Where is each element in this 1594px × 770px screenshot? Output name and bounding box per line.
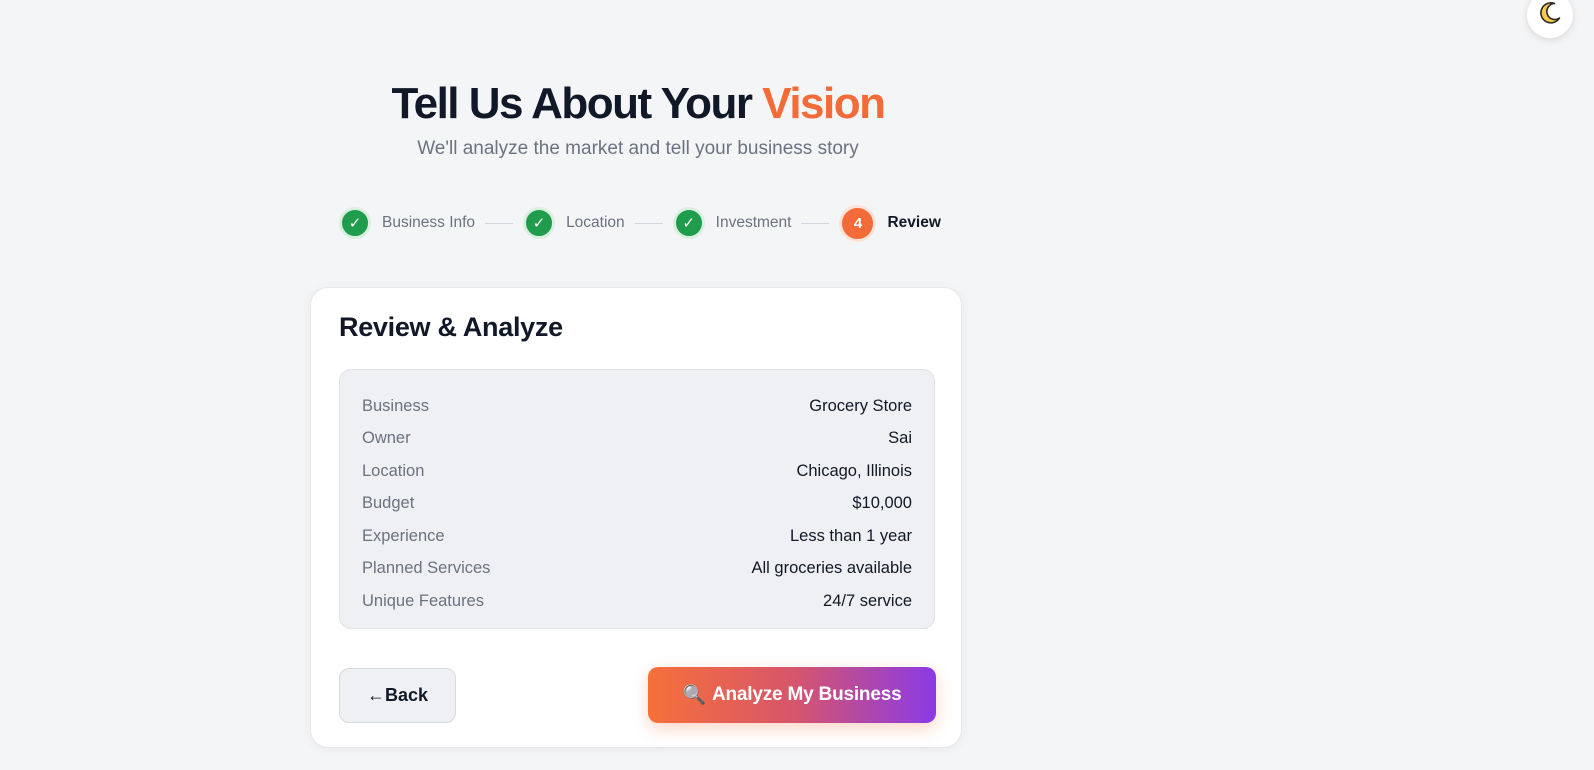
summary-value: All groceries available [751,559,913,578]
step-investment[interactable]: ✓ Investment [672,207,792,239]
card-title: Review & Analyze [339,312,563,342]
search-icon: 🔍 [682,685,707,706]
summary-row-owner: Owner Sai [362,423,912,456]
summary-row-budget: Budget $10,000 [362,488,912,521]
summary-key: Planned Services [362,559,491,578]
page-title-accent: Vision [762,79,886,128]
summary-value: 24/7 service [823,591,912,610]
back-button[interactable]: ←Back [339,668,456,723]
page-title-main: Tell Us About Your [391,79,763,128]
summary-value: $10,000 [852,494,912,513]
summary-value: Less than 1 year [790,526,912,545]
review-summary: Business Grocery Store Owner Sai Locatio… [339,369,935,629]
step-location[interactable]: ✓ Location [523,207,625,239]
summary-key: Location [362,461,425,480]
summary-row-experience: Experience Less than 1 year [362,520,912,553]
summary-row-business: Business Grocery Store [362,390,912,423]
step-connector [634,222,663,224]
summary-key: Business [362,396,429,415]
summary-row-location: Location Chicago, Illinois [362,455,912,488]
check-icon: ✓ [672,207,705,239]
step-label: Review [887,214,941,231]
step-number-badge: 4 [839,204,877,242]
theme-toggle-button[interactable] [1527,0,1573,38]
review-card: Review & Analyze Business Grocery Store … [310,287,962,748]
step-review[interactable]: 4 Review [839,204,941,242]
hero-section: Tell Us About Your Vision We'll analyze … [0,78,1276,162]
step-business-info[interactable]: ✓ Business Info [339,207,475,239]
check-icon: ✓ [523,207,556,239]
analyze-button-label: Analyze My Business [712,684,902,705]
analyze-business-button[interactable]: 🔍 Analyze My Business [648,667,936,723]
step-connector [801,222,830,224]
summary-value: Chicago, Illinois [796,461,912,480]
summary-row-unique-features: Unique Features 24/7 service [362,585,912,618]
step-label: Business Info [382,214,476,231]
moon-icon [1537,0,1563,31]
page: Tell Us About Your Vision We'll analyze … [0,0,1594,770]
summary-key: Unique Features [362,591,484,610]
step-label: Location [566,214,625,231]
progress-stepper: ✓ Business Info ✓ Location ✓ Investment … [339,204,941,242]
summary-key: Experience [362,526,445,545]
check-icon: ✓ [339,207,371,239]
step-label: Investment [715,214,792,231]
summary-value: Sai [888,429,912,448]
summary-key: Budget [362,494,415,513]
summary-row-planned-services: Planned Services All groceries available [362,553,912,586]
step-connector [485,222,514,224]
summary-key: Owner [362,429,411,448]
page-title: Tell Us About Your Vision [0,78,1276,130]
summary-value: Grocery Store [809,396,912,415]
page-subtitle: We'll analyze the market and tell your b… [417,138,859,159]
